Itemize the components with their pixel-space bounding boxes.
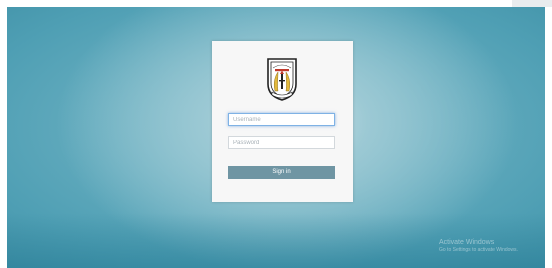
activate-windows-watermark: Activate Windows Go to Settings to activ…	[439, 238, 518, 254]
watermark-subtitle: Go to Settings to activate Windows.	[439, 247, 518, 253]
password-input[interactable]	[228, 136, 335, 149]
watermark-title: Activate Windows	[439, 239, 495, 246]
login-card: Sign in	[212, 41, 353, 202]
sign-in-button[interactable]: Sign in	[228, 166, 335, 179]
username-input[interactable]	[228, 113, 335, 126]
top-strip	[0, 0, 552, 7]
school-crest-logo-icon	[264, 56, 300, 102]
top-right-corner	[512, 0, 552, 7]
